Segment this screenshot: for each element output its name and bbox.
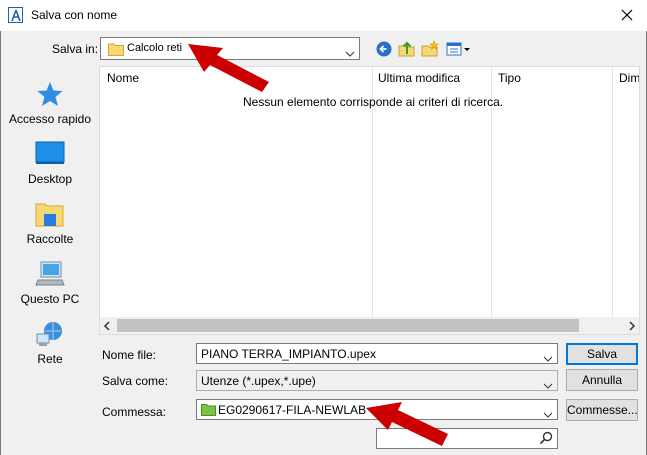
place-this-pc[interactable]: Questo PC [1, 252, 99, 312]
save-button[interactable]: Salva [566, 343, 638, 365]
app-icon [8, 7, 23, 23]
place-label: Raccolte [26, 232, 74, 246]
new-folder-icon[interactable] [421, 40, 439, 58]
place-libraries[interactable]: Raccolte [1, 192, 99, 252]
file-list[interactable]: Nome Ultima modifica Tipo Dim Nessun ele… [99, 66, 640, 335]
chevron-down-icon[interactable] [543, 351, 553, 365]
annotation-arrow-icon [362, 396, 452, 455]
scroll-left-icon[interactable] [103, 320, 111, 334]
commesse-button[interactable]: Commesse... [566, 399, 638, 421]
chevron-down-icon[interactable] [543, 378, 553, 392]
savetype-label: Salva come: [102, 374, 169, 388]
place-quick-access[interactable]: Accesso rapido [1, 72, 99, 132]
column-header-type[interactable]: Tipo [498, 71, 521, 85]
up-folder-icon[interactable] [398, 40, 416, 58]
scroll-right-icon[interactable] [628, 320, 636, 334]
place-network[interactable]: Rete [1, 312, 99, 372]
cancel-button[interactable]: Annulla [566, 369, 638, 391]
green-folder-icon [201, 403, 216, 419]
commessa-value: EG0290617-FILA-NEWLAB [218, 403, 367, 417]
save-in-value: Calcolo reti [127, 42, 183, 54]
search-icon[interactable] [539, 431, 553, 448]
desktop-icon [35, 140, 65, 168]
filename-label: Nome file: [102, 348, 157, 362]
libraries-icon [35, 200, 65, 228]
savetype-dropdown[interactable]: Utenze (*.upex,*.upe) [196, 370, 558, 391]
empty-message: Nessun elemento corrisponde ai criteri d… [243, 95, 504, 109]
save-in-label: Salva in: [52, 42, 99, 56]
column-header-name[interactable]: Nome [107, 71, 139, 85]
scrollbar-thumb[interactable] [117, 319, 579, 332]
network-icon [35, 320, 65, 348]
places-bar: Accesso rapido Desktop Raccolte Questo P… [1, 66, 99, 370]
place-label: Accesso rapido [8, 112, 92, 126]
place-label: Rete [37, 352, 63, 366]
column-header-modified[interactable]: Ultima modifica [378, 71, 460, 85]
annotation-arrow-icon [183, 38, 273, 97]
chevron-down-icon [345, 46, 355, 60]
view-menu-icon[interactable] [446, 40, 472, 58]
computer-icon [35, 260, 65, 288]
place-label: Questo PC [20, 292, 80, 306]
back-icon[interactable] [375, 40, 393, 58]
window-title: Salva con nome [31, 8, 118, 22]
filename-value: PIANO TERRA_IMPIANTO.upex [201, 347, 376, 361]
savetype-value: Utenze (*.upex,*.upe) [201, 374, 316, 388]
place-label: Desktop [27, 172, 73, 186]
title-bar: Salva con nome [0, 0, 647, 31]
filename-input[interactable]: PIANO TERRA_IMPIANTO.upex [196, 343, 558, 364]
horizontal-scrollbar[interactable] [100, 317, 639, 334]
place-desktop[interactable]: Desktop [1, 132, 99, 192]
star-icon [35, 80, 65, 108]
commessa-label: Commessa: [102, 405, 167, 419]
close-icon[interactable] [617, 5, 637, 25]
folder-icon [108, 42, 124, 59]
column-divider [612, 67, 613, 319]
chevron-down-icon[interactable] [543, 407, 553, 421]
column-header-size[interactable]: Dim [619, 71, 639, 85]
